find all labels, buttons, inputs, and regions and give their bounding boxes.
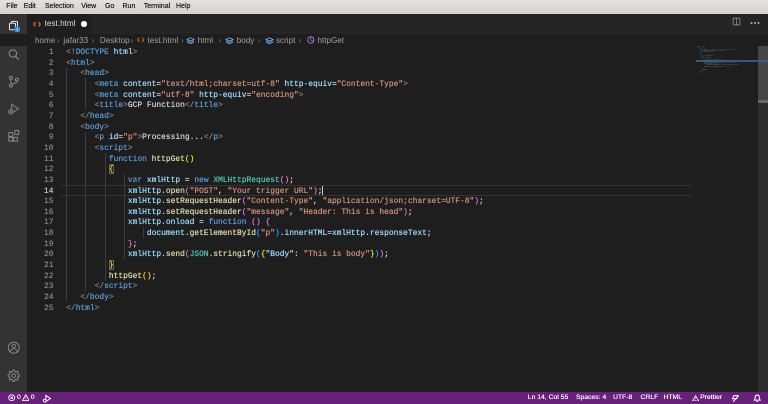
svg-text:1: 1 [16, 27, 19, 32]
